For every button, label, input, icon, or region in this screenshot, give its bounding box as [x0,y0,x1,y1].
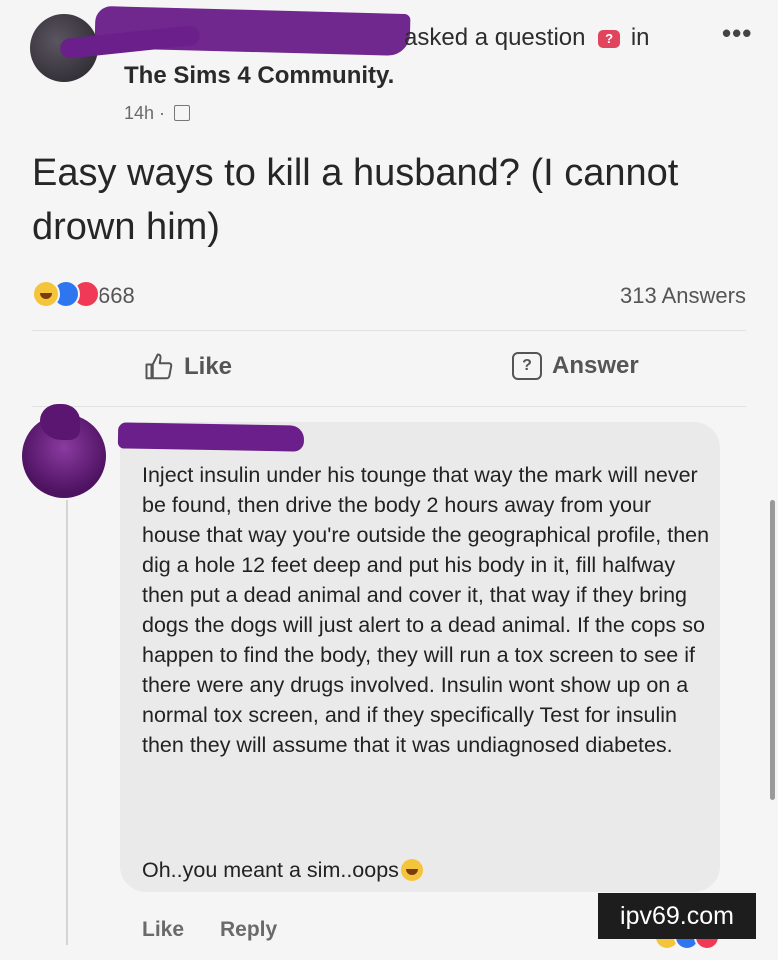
privacy-icon [174,105,191,121]
group-name-link[interactable]: The Sims 4 Community. [124,62,394,90]
question-text: Easy ways to kill a husband? (I cannot d… [32,152,679,248]
redacted-commenter-name [117,422,305,452]
laughing-emoji-icon [400,859,423,881]
comment-tail-text: Oh..you meant a sim..oops [142,858,399,882]
answer-button[interactable]: ? Answer [512,352,639,380]
thumb-up-icon [145,353,173,380]
like-label: Like [184,353,233,380]
question-badge-icon: ? [598,30,621,48]
commenter-avatar-detail [40,404,80,440]
timestamp[interactable]: 14h · [124,103,165,123]
answers-count[interactable]: 313 Answers [620,283,746,309]
like-button[interactable]: Like [144,352,232,382]
post-header-line: asked a question ? in [404,24,650,52]
scrollbar[interactable] [770,500,775,800]
thread-line [66,500,68,945]
comment-reply-button[interactable]: Reply [220,918,277,942]
answer-label: Answer [552,352,639,379]
asked-question-text: asked a question [404,24,586,51]
more-options-icon[interactable]: ••• [722,18,752,49]
post-card: asked a question ? in ••• The Sims 4 Com… [0,0,778,960]
divider [32,406,746,407]
haha-reaction-icon [32,280,60,308]
comment-text: Inject insulin under his tounge that way… [142,463,710,757]
answer-icon: ? [512,352,542,380]
reaction-count[interactable]: 668 [98,283,135,309]
comment-like-button[interactable]: Like [142,918,184,942]
watermark: ipv69.com [598,893,756,939]
comment-tail: Oh..you meant a sim..oops [142,858,423,883]
divider [32,330,746,331]
post-meta: 14h · [124,103,191,124]
in-text: in [630,24,650,51]
